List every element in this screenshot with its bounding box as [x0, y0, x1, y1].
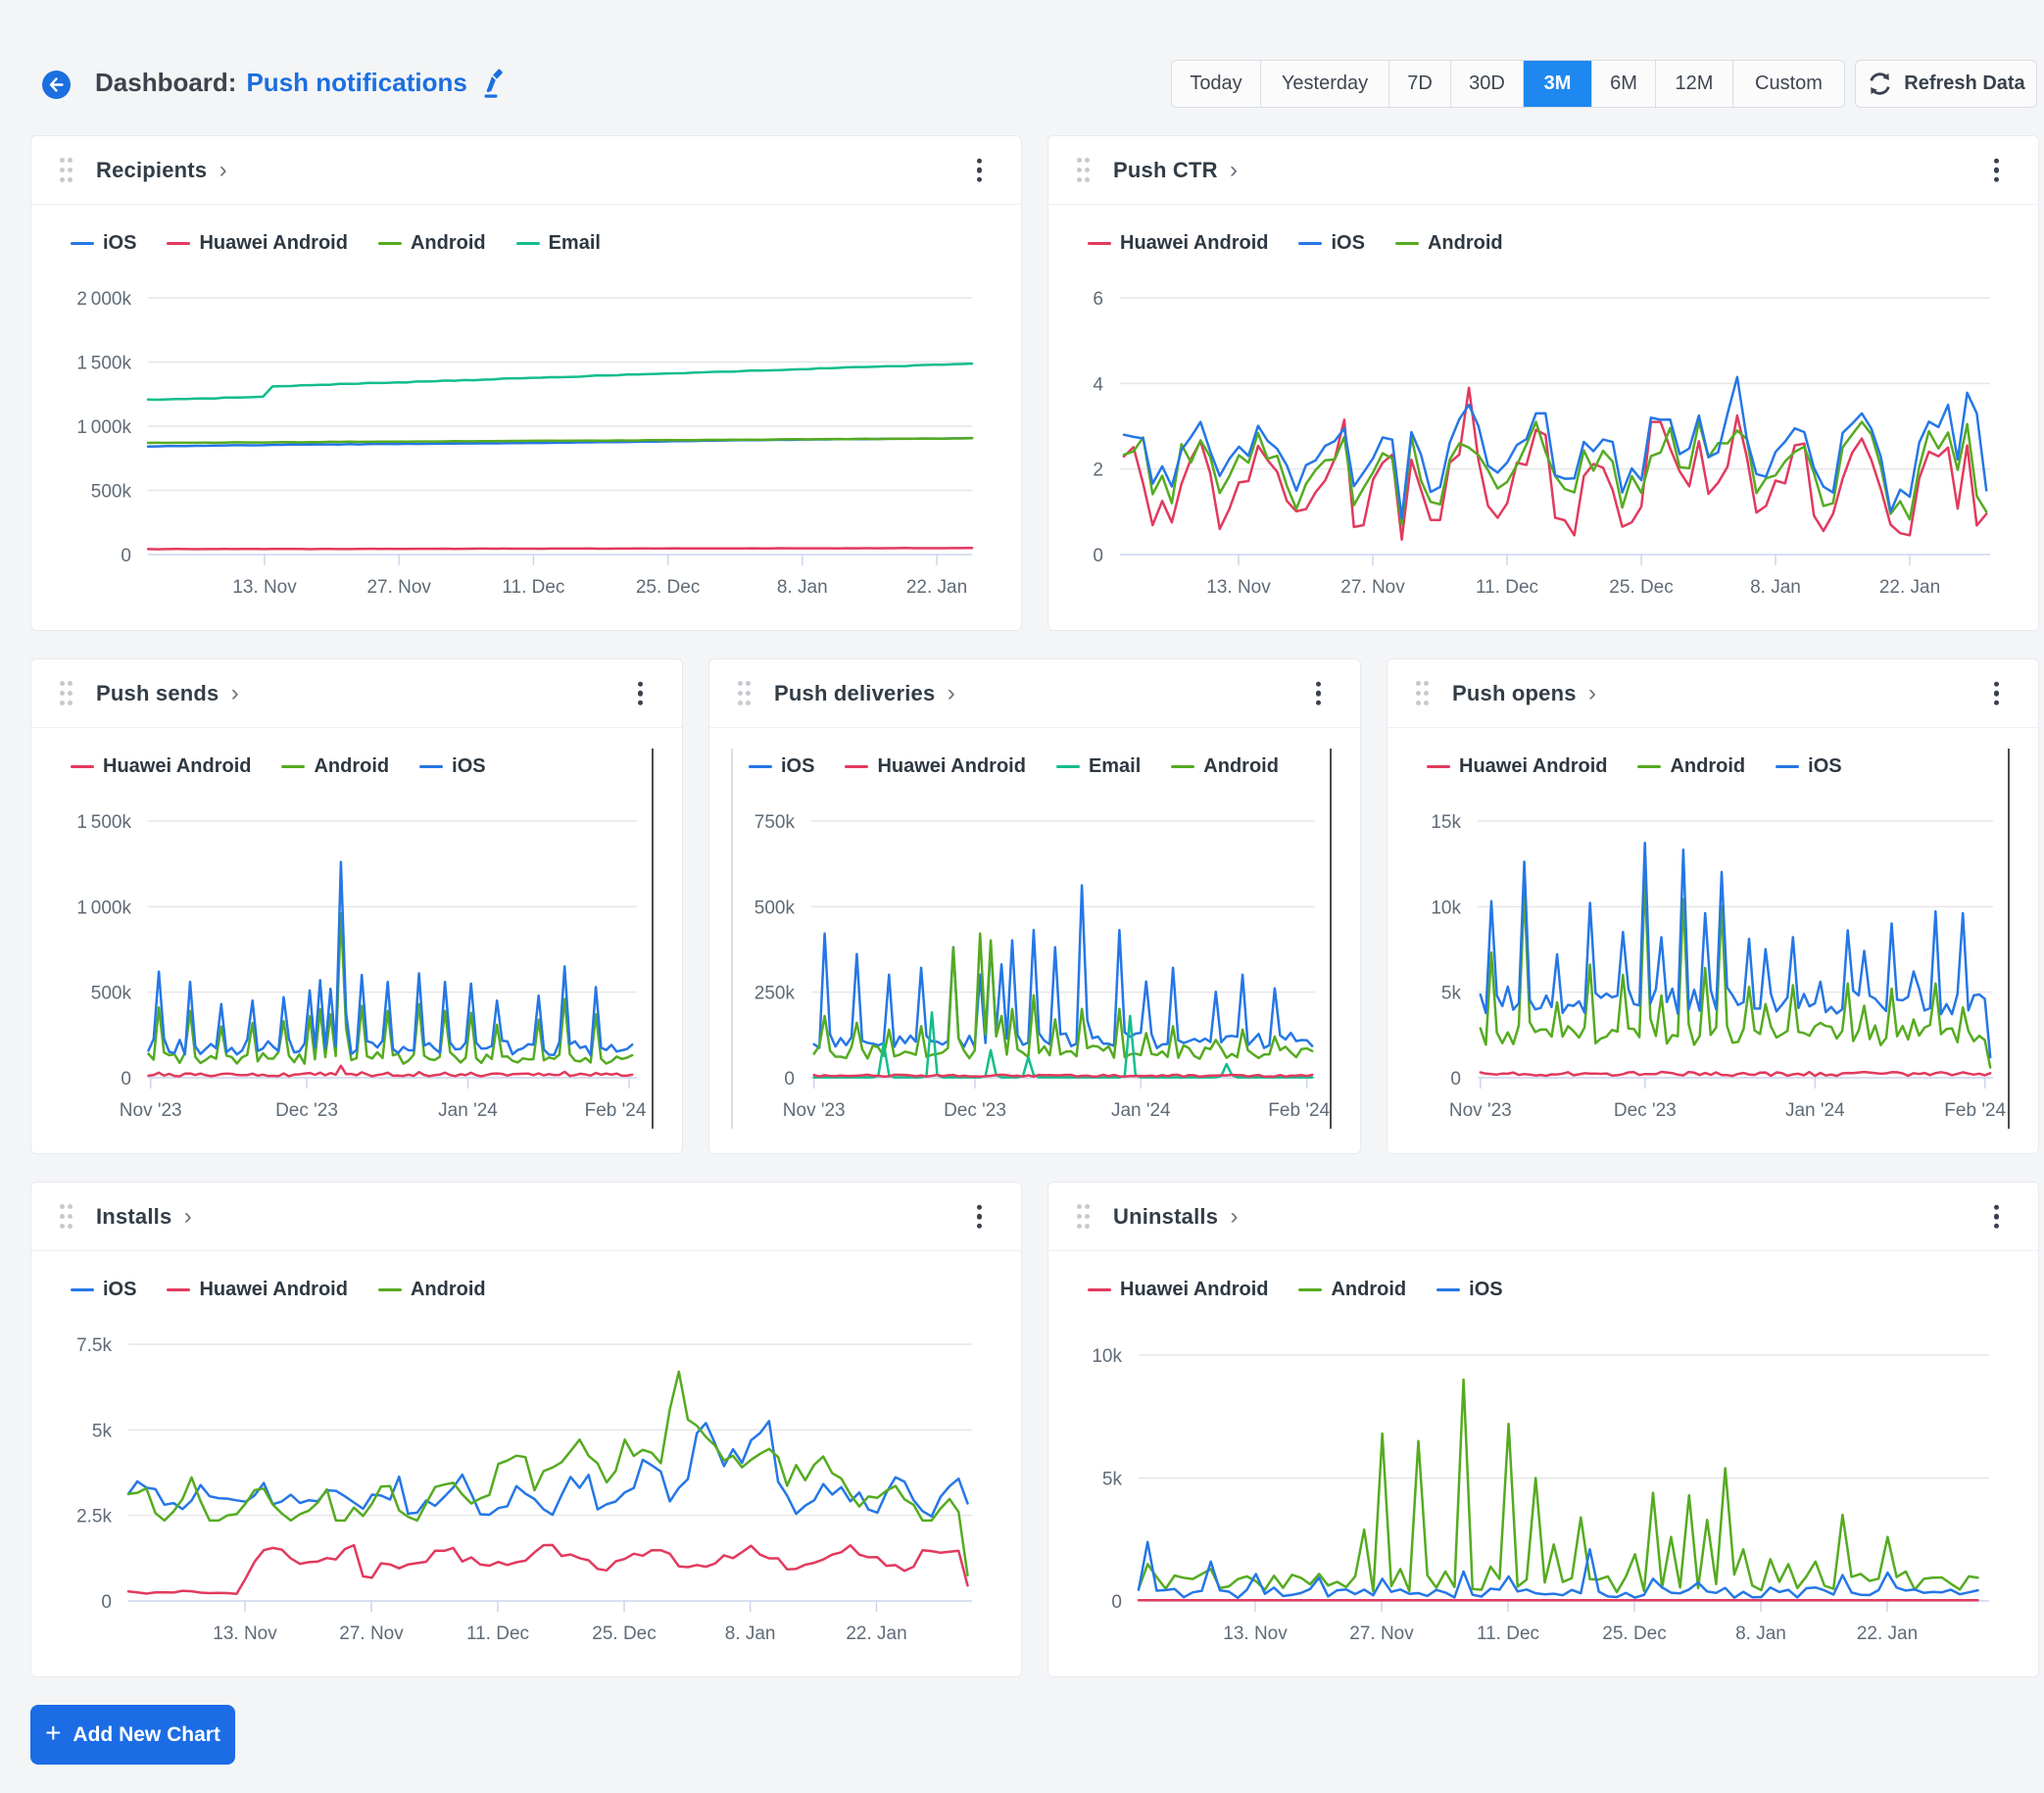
svg-text:25. Dec: 25. Dec [1602, 1623, 1666, 1644]
svg-text:Dec '23: Dec '23 [944, 1100, 1006, 1121]
svg-text:10k: 10k [1092, 1346, 1122, 1367]
svg-text:1 500k: 1 500k [76, 354, 131, 374]
svg-text:5k: 5k [1441, 984, 1462, 1004]
svg-text:25. Dec: 25. Dec [636, 577, 700, 598]
svg-text:Feb '24: Feb '24 [1944, 1100, 2006, 1121]
svg-text:Dec '23: Dec '23 [275, 1100, 338, 1121]
svg-text:0: 0 [101, 1592, 112, 1613]
svg-text:0: 0 [121, 546, 131, 566]
svg-text:27. Nov: 27. Nov [339, 1623, 404, 1644]
svg-text:22. Jan: 22. Jan [906, 577, 967, 598]
svg-text:500k: 500k [754, 897, 796, 918]
svg-text:2.5k: 2.5k [76, 1507, 112, 1527]
svg-text:0: 0 [121, 1069, 131, 1090]
svg-text:Dec '23: Dec '23 [1614, 1100, 1677, 1121]
svg-text:5k: 5k [1102, 1470, 1123, 1490]
svg-text:27. Nov: 27. Nov [1340, 577, 1405, 598]
svg-text:1 000k: 1 000k [76, 897, 131, 918]
svg-text:Jan '24: Jan '24 [1111, 1100, 1171, 1121]
svg-text:22. Jan: 22. Jan [1879, 577, 1940, 598]
svg-text:1 000k: 1 000k [76, 417, 131, 438]
svg-text:0: 0 [1111, 1592, 1122, 1613]
svg-text:8. Jan: 8. Jan [1735, 1623, 1786, 1644]
svg-text:0: 0 [1450, 1069, 1461, 1090]
svg-text:Feb '24: Feb '24 [585, 1100, 647, 1121]
svg-text:0: 0 [784, 1069, 795, 1090]
svg-text:11. Dec: 11. Dec [1477, 1623, 1539, 1644]
svg-text:13. Nov: 13. Nov [213, 1623, 277, 1644]
svg-text:25. Dec: 25. Dec [1609, 577, 1673, 598]
svg-text:Jan '24: Jan '24 [1785, 1100, 1845, 1121]
svg-text:1 500k: 1 500k [76, 812, 131, 833]
svg-text:0: 0 [1093, 546, 1103, 566]
svg-text:11. Dec: 11. Dec [502, 577, 564, 598]
svg-text:13. Nov: 13. Nov [1206, 577, 1271, 598]
svg-text:Feb '24: Feb '24 [1268, 1100, 1330, 1121]
svg-text:500k: 500k [91, 984, 132, 1004]
svg-text:Nov '23: Nov '23 [783, 1100, 846, 1121]
svg-text:22. Jan: 22. Jan [1857, 1623, 1918, 1644]
svg-text:6: 6 [1093, 289, 1103, 310]
svg-text:2 000k: 2 000k [76, 289, 131, 310]
svg-text:4: 4 [1093, 374, 1103, 395]
svg-text:11. Dec: 11. Dec [1476, 577, 1538, 598]
svg-text:13. Nov: 13. Nov [1223, 1623, 1288, 1644]
svg-text:5k: 5k [92, 1421, 113, 1441]
svg-text:500k: 500k [91, 482, 132, 503]
svg-text:27. Nov: 27. Nov [366, 577, 431, 598]
svg-text:8. Jan: 8. Jan [777, 577, 828, 598]
svg-text:25. Dec: 25. Dec [592, 1623, 656, 1644]
svg-text:Nov '23: Nov '23 [120, 1100, 182, 1121]
svg-text:Jan '24: Jan '24 [438, 1100, 498, 1121]
svg-text:8. Jan: 8. Jan [725, 1623, 776, 1644]
svg-text:8. Jan: 8. Jan [1750, 577, 1801, 598]
svg-text:10k: 10k [1431, 897, 1461, 918]
svg-text:11. Dec: 11. Dec [466, 1623, 529, 1644]
svg-text:Nov '23: Nov '23 [1449, 1100, 1512, 1121]
svg-text:27. Nov: 27. Nov [1349, 1623, 1414, 1644]
svg-text:13. Nov: 13. Nov [232, 577, 297, 598]
svg-text:750k: 750k [754, 812, 796, 833]
svg-text:22. Jan: 22. Jan [846, 1623, 906, 1644]
svg-text:250k: 250k [754, 984, 796, 1004]
svg-text:7.5k: 7.5k [76, 1335, 112, 1356]
svg-text:2: 2 [1093, 460, 1103, 481]
svg-text:15k: 15k [1431, 812, 1461, 833]
